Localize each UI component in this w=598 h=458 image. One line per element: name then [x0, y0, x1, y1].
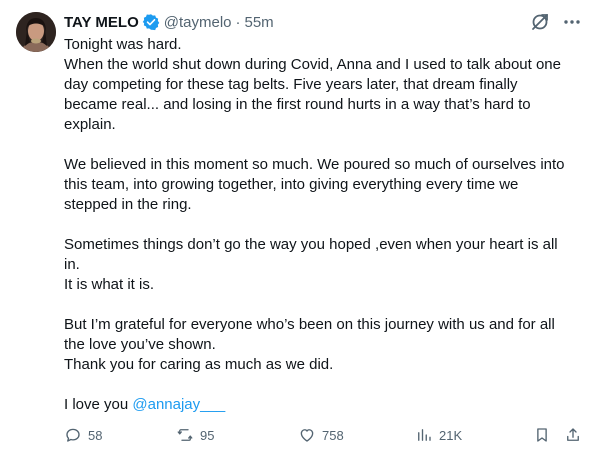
text-line: It is what it is. — [64, 276, 155, 293]
author-handle[interactable]: @taymelo — [164, 14, 232, 31]
text-line: Tonight was hard. — [64, 36, 182, 53]
text-line: day competing for these tag belts. Five … — [64, 76, 518, 93]
text-line: When the world shut down during Covid, A… — [64, 56, 561, 73]
paragraph-4: But I’m grateful for everyone who’s been… — [64, 315, 588, 375]
more-options-icon[interactable] — [562, 12, 582, 32]
paragraph-1: Tonight was hard. When the world shut do… — [64, 35, 588, 135]
mention-link[interactable]: @annajay___ — [132, 396, 225, 413]
like-button[interactable]: 758 — [298, 426, 344, 444]
paragraph-5: I love you @annajay___ — [64, 395, 588, 415]
tweet-header: TAY MELO @taymelo · 55m — [64, 12, 582, 32]
analytics-icon — [418, 429, 431, 441]
verified-badge-icon — [142, 13, 160, 31]
closing-text: I love you — [64, 396, 133, 413]
repost-button[interactable]: 95 — [176, 426, 214, 444]
share-button[interactable] — [564, 426, 582, 444]
text-line: explain. — [64, 116, 116, 133]
grok-icon[interactable] — [530, 12, 550, 32]
view-count: 21K — [439, 427, 463, 443]
reply-button[interactable]: 58 — [64, 426, 102, 444]
paragraph-3: Sometimes things don’t go the way you ho… — [64, 235, 588, 295]
avatar[interactable] — [16, 12, 56, 52]
share-icon — [567, 428, 579, 441]
tweet-text: Tonight was hard. When the world shut do… — [64, 35, 588, 415]
heart-icon — [300, 429, 314, 442]
repost-icon — [177, 429, 193, 441]
like-count: 758 — [322, 427, 344, 443]
text-line: the love you’ve shown. — [64, 336, 216, 353]
text-line: Sometimes things don’t go the way you ho… — [64, 236, 558, 253]
views-button[interactable]: 21K — [415, 426, 462, 444]
closing-line: I love you @annajay___ — [64, 395, 588, 415]
action-bar: 58 95 758 21K — [64, 426, 586, 446]
text-line: But I’m grateful for everyone who’s been… — [64, 316, 555, 333]
text-line: We believed in this moment so much. We p… — [64, 156, 565, 173]
separator-dot: · — [235, 13, 241, 31]
bookmark-button[interactable] — [533, 426, 551, 444]
timestamp[interactable]: 55m — [245, 14, 274, 31]
repost-count: 95 — [200, 427, 215, 443]
text-line: became real... and losing in the first r… — [64, 96, 531, 113]
text-line: this team, into growing together, into g… — [64, 176, 519, 193]
bookmark-icon — [537, 428, 547, 442]
text-line: stepped in the ring. — [64, 196, 192, 213]
reply-icon — [66, 428, 80, 442]
text-line: in. — [64, 256, 80, 273]
paragraph-2: We believed in this moment so much. We p… — [64, 155, 588, 215]
text-line: Thank you for caring as much as we did. — [64, 356, 334, 373]
reply-count: 58 — [88, 427, 103, 443]
author-name[interactable]: TAY MELO — [64, 14, 139, 31]
